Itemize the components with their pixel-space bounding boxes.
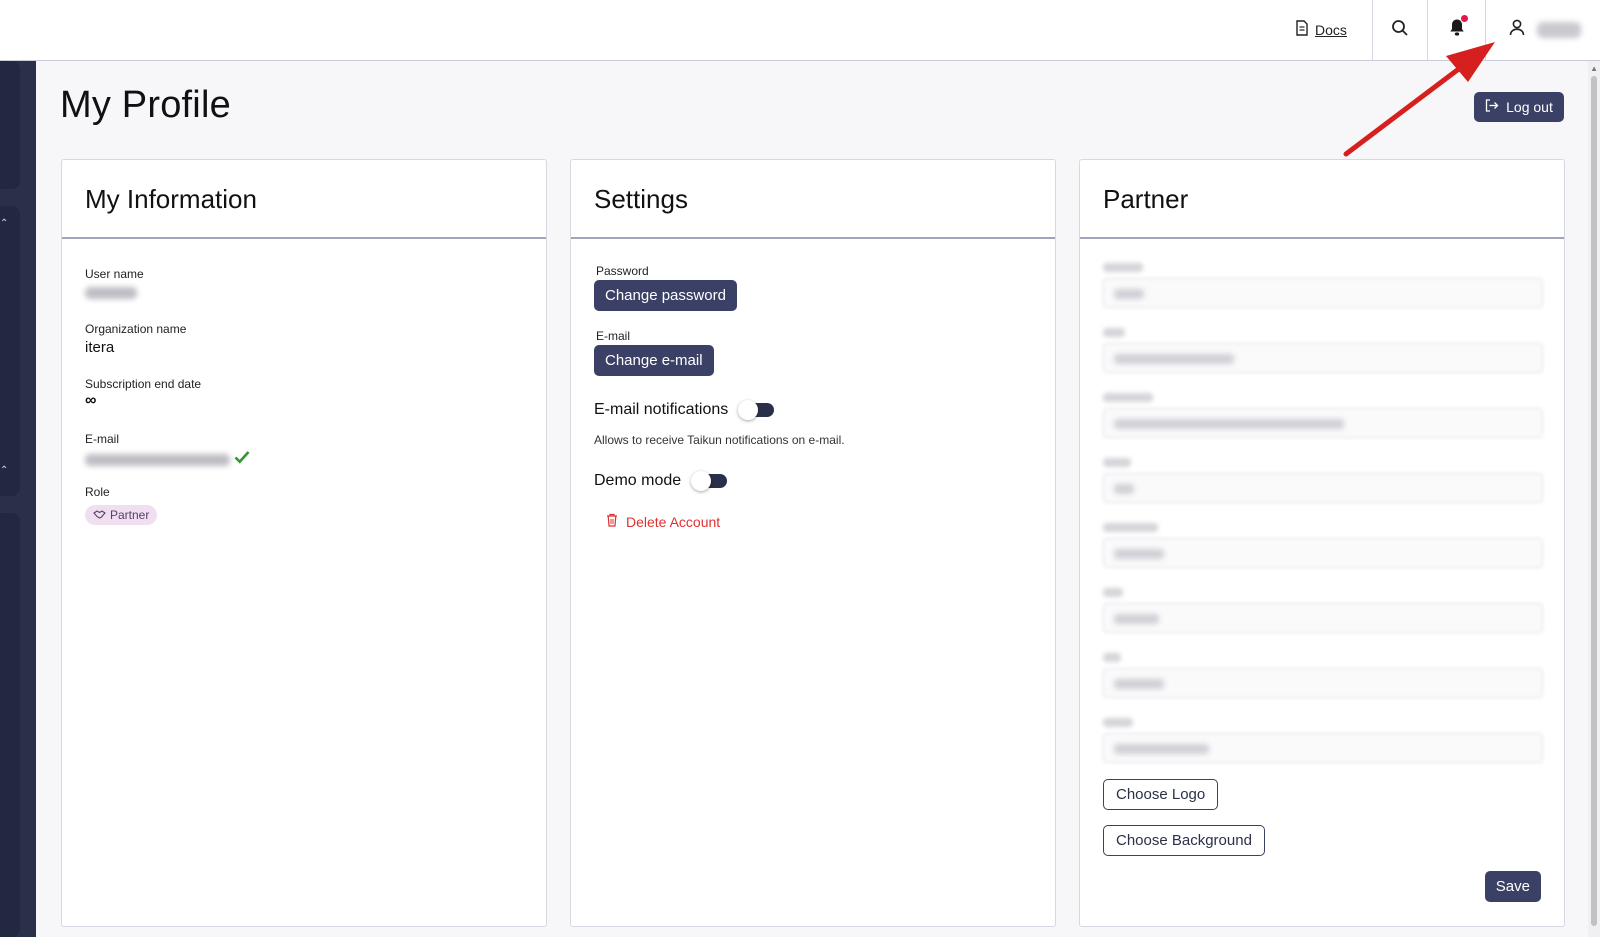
verified-check-icon — [234, 450, 250, 469]
blurred-label — [1103, 588, 1123, 597]
page-title: My Profile — [60, 84, 231, 126]
change-password-button[interactable]: Change password — [594, 280, 737, 311]
settings-card: Settings Password Change password E-mail… — [570, 159, 1056, 927]
demo-mode-row: Demo mode — [594, 471, 728, 491]
chevron-up-icon[interactable]: ⌃ — [0, 465, 8, 476]
choose-background-button[interactable]: Choose Background — [1103, 825, 1265, 856]
user-name-value-blurred — [85, 287, 137, 299]
delete-account-link[interactable]: Delete Account — [606, 513, 720, 530]
blurred-input[interactable] — [1103, 668, 1543, 698]
logout-label: Log out — [1506, 99, 1553, 115]
subscription-label: Subscription end date — [85, 377, 202, 391]
handshake-icon — [93, 508, 106, 522]
role-badge: Partner — [85, 505, 158, 525]
blurred-input[interactable] — [1103, 408, 1543, 438]
blurred-label — [1103, 458, 1131, 467]
card-title: Settings — [571, 160, 1055, 239]
blurred-label — [1103, 718, 1133, 727]
my-information-card: My Information User name Organization na… — [61, 159, 547, 927]
trash-icon — [606, 513, 618, 530]
user-name-field: User name — [85, 267, 144, 304]
organization-label: Organization name — [85, 322, 187, 336]
blurred-input[interactable] — [1103, 278, 1543, 308]
change-email-button[interactable]: Change e-mail — [594, 345, 714, 376]
card-title: Partner — [1080, 160, 1564, 239]
role-field: Role Partner — [85, 485, 158, 525]
choose-logo-button[interactable]: Choose Logo — [1103, 779, 1219, 810]
card-title: My Information — [62, 160, 546, 239]
blurred-label — [1103, 263, 1143, 272]
toggle-knob — [691, 471, 712, 491]
blurred-input[interactable] — [1103, 538, 1543, 568]
docs-link[interactable]: Docs — [1295, 20, 1347, 39]
user-name-label: User name — [85, 267, 144, 281]
blurred-input[interactable] — [1103, 603, 1543, 633]
sidebar-section[interactable] — [0, 61, 20, 189]
email-notifications-row: E-mail notifications — [594, 400, 775, 420]
user-name-blurred — [1537, 22, 1581, 38]
chevron-up-icon[interactable]: ⌃ — [0, 218, 8, 229]
blurred-input[interactable] — [1103, 733, 1543, 763]
email-label: E-mail — [596, 329, 631, 343]
subscription-value: ∞ — [85, 392, 97, 409]
email-field: E-mail — [85, 432, 250, 469]
blurred-label — [1103, 653, 1121, 662]
blurred-input[interactable] — [1103, 343, 1543, 373]
blurred-label — [1103, 393, 1153, 402]
blurred-input[interactable] — [1103, 473, 1543, 503]
demo-mode-toggle[interactable] — [691, 471, 728, 491]
sidebar-section[interactable] — [0, 206, 20, 496]
user-icon — [1509, 19, 1525, 41]
password-label: Password — [596, 264, 649, 278]
role-label: Role — [85, 485, 110, 499]
role-value: Partner — [110, 508, 150, 522]
partner-card: Partner Choose Logo Choose Background Sa… — [1079, 159, 1565, 927]
email-notifications-hint: Allows to receive Taikun notifications o… — [594, 433, 845, 447]
organization-field: Organization name itera — [85, 322, 186, 356]
demo-mode-label: Demo mode — [594, 472, 682, 489]
scroll-up-icon[interactable]: ▲ — [1590, 64, 1598, 73]
subscription-field: Subscription end date ∞ — [85, 377, 202, 409]
toggle-knob — [738, 400, 759, 420]
sidebar-section[interactable] — [0, 513, 20, 937]
save-button[interactable]: Save — [1484, 871, 1541, 902]
email-notifications-label: E-mail notifications — [594, 401, 729, 418]
blurred-label — [1103, 523, 1158, 532]
user-menu-button[interactable] — [1485, 0, 1600, 60]
delete-account-label[interactable]: Delete Account — [626, 514, 720, 530]
scrollbar-thumb[interactable] — [1591, 76, 1597, 926]
partner-form-blurred — [1103, 263, 1543, 783]
left-sidebar: ⌃ ⌃ — [0, 61, 36, 937]
blurred-label — [1103, 328, 1125, 337]
email-label: E-mail — [85, 432, 120, 446]
email-value-blurred — [85, 453, 230, 466]
notification-dot — [1461, 15, 1468, 22]
organization-value: itera — [85, 339, 115, 356]
docs-label[interactable]: Docs — [1315, 22, 1347, 38]
annotation-arrow — [1343, 42, 1495, 157]
document-icon — [1295, 20, 1309, 39]
email-notifications-toggle[interactable] — [738, 400, 775, 420]
search-icon — [1391, 19, 1409, 42]
